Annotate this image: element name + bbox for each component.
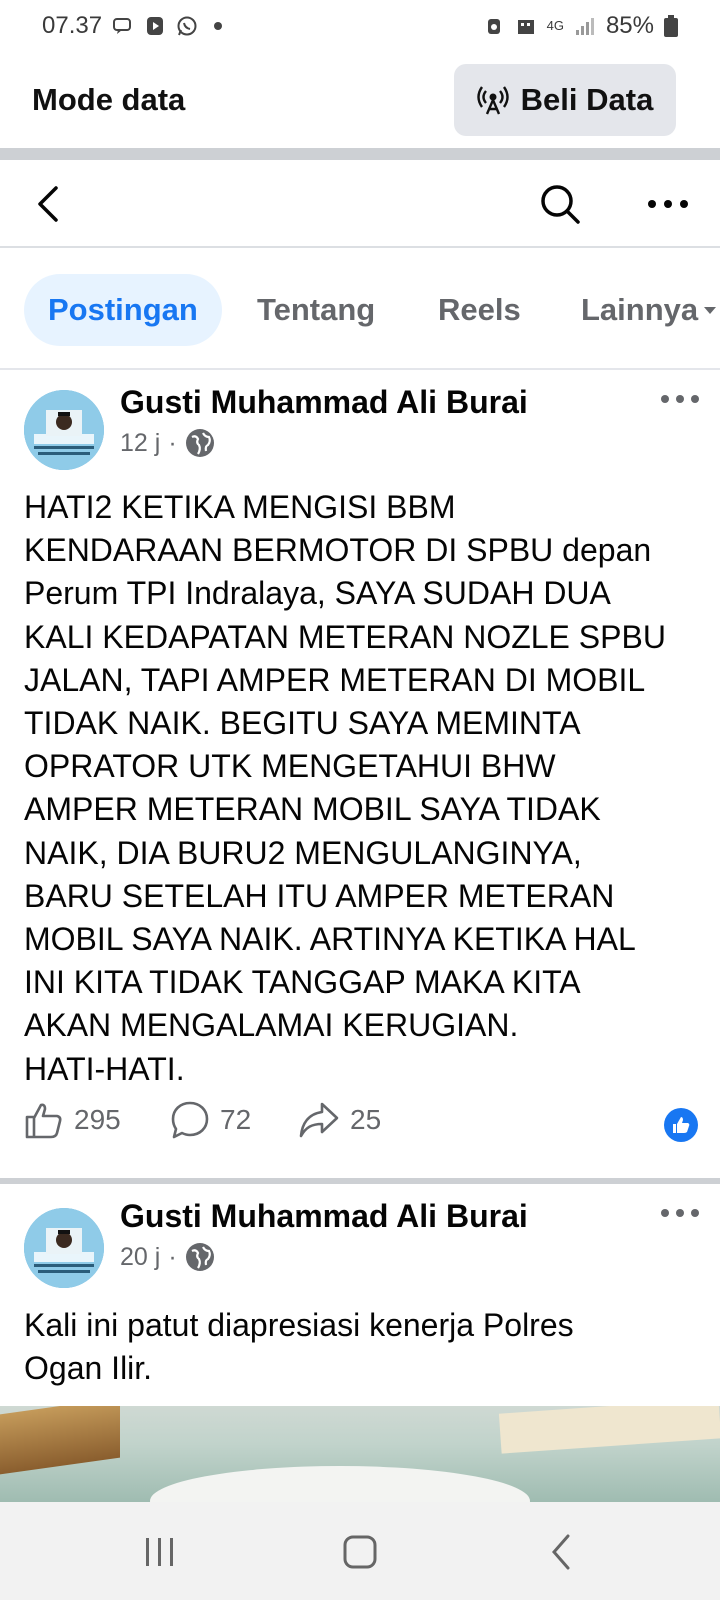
post-text: HATI2 KETIKA MENGISI BBM KENDARAAN BERMO… <box>24 489 666 1087</box>
post-options-icon[interactable] <box>660 1206 700 1220</box>
tab-label: Lainnya <box>581 292 699 327</box>
broadcast-icon <box>476 86 509 115</box>
alarm-icon <box>487 19 500 34</box>
battery-percent: 85% <box>605 12 654 39</box>
globe-icon <box>185 429 214 457</box>
comment-button[interactable]: 72 <box>170 1100 251 1140</box>
recent-apps-icon[interactable] <box>138 1532 182 1572</box>
more-options-icon[interactable] <box>646 190 690 218</box>
home-icon[interactable] <box>338 1532 382 1572</box>
post-time: 12 j <box>120 428 161 457</box>
post-actions: 295 72 25 <box>0 1088 720 1158</box>
banner-divider <box>0 148 720 160</box>
comment-icon <box>171 1101 209 1139</box>
post-card: Gusti Muhammad Ali Burai 20 j · Kali ini… <box>0 1184 720 1406</box>
system-navigation-bar <box>0 1502 720 1600</box>
share-button[interactable]: 25 <box>298 1100 381 1140</box>
globe-icon <box>185 1243 214 1271</box>
like-count: 295 <box>74 1104 121 1135</box>
status-time: 07.37 <box>42 12 103 39</box>
photo-paper-shape <box>498 1406 720 1454</box>
like-icon <box>25 1103 62 1139</box>
network-type: 4G <box>546 18 564 33</box>
tab-label: Reels <box>438 292 521 327</box>
comment-count: 72 <box>220 1104 252 1135</box>
status-bar-right: 4G 85% <box>483 12 678 40</box>
data-mode-banner: Mode data Beli Data <box>0 52 720 148</box>
tab-tentang[interactable]: Tentang <box>257 274 375 346</box>
whatsapp-icon <box>177 16 197 36</box>
data-mode-title: Mode data <box>32 82 186 117</box>
chevron-down-icon <box>704 306 717 314</box>
avatar[interactable] <box>24 1208 104 1288</box>
search-icon[interactable] <box>538 182 582 226</box>
profile-tabs: Postingan Tentang Reels Lainnya <box>0 250 720 370</box>
more-notifications-dot <box>214 22 223 30</box>
thumbs-up-icon <box>673 1117 690 1133</box>
buy-data-button[interactable]: Beli Data <box>454 64 676 136</box>
buy-data-label: Beli Data <box>520 82 654 117</box>
photo-frame-shape <box>0 1406 120 1475</box>
tab-label: Postingan <box>48 292 198 327</box>
status-bar-left: 07.37 <box>42 12 223 40</box>
battery-icon <box>664 15 678 37</box>
meta-dot: · <box>168 428 177 457</box>
tab-postingan[interactable]: Postingan <box>24 274 222 346</box>
post-photo[interactable] <box>0 1406 720 1502</box>
status-bar: 07.37 4G 85% <box>0 0 720 52</box>
like-button[interactable]: 295 <box>24 1100 121 1140</box>
back-icon[interactable] <box>540 1532 584 1572</box>
profile-photo <box>24 1208 104 1288</box>
tab-reels[interactable]: Reels <box>438 274 521 346</box>
post-options-icon[interactable] <box>660 392 700 406</box>
post-meta: 12 j · <box>120 428 215 458</box>
tab-label: Tentang <box>257 292 376 327</box>
share-count: 25 <box>350 1104 382 1135</box>
photo-plate-shape <box>150 1466 530 1502</box>
post-time: 20 j <box>120 1242 161 1271</box>
avatar[interactable] <box>24 390 104 470</box>
post-author[interactable]: Gusti Muhammad Ali Burai <box>120 384 528 421</box>
share-icon <box>299 1102 339 1138</box>
post-card: Gusti Muhammad Ali Burai 12 j · HATI2 KE… <box>0 372 720 1178</box>
back-arrow-icon[interactable] <box>30 182 70 226</box>
tab-lainnya[interactable]: Lainnya <box>581 274 717 346</box>
post-author[interactable]: Gusti Muhammad Ali Burai <box>120 1198 528 1235</box>
like-reaction-badge[interactable] <box>664 1108 698 1142</box>
profile-photo <box>24 390 104 470</box>
notification-chat-icon <box>113 18 132 34</box>
building-icon <box>517 20 534 34</box>
post-text: Kali ini patut diapresiasi kenerja Polre… <box>24 1307 574 1387</box>
meta-dot: · <box>168 1242 177 1271</box>
notification-app-icon <box>147 17 164 35</box>
top-nav-bar <box>0 160 720 248</box>
signal-icon <box>575 18 594 35</box>
post-meta: 20 j · <box>120 1242 215 1272</box>
